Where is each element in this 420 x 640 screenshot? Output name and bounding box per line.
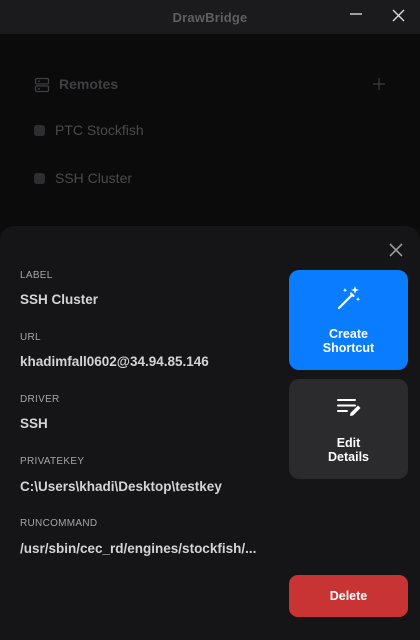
plus-icon[interactable] bbox=[372, 77, 386, 91]
driver-field-label: DRIVER bbox=[20, 394, 60, 405]
label-field-value: SSH Cluster bbox=[20, 292, 99, 307]
remotes-header: Remotes bbox=[34, 76, 386, 94]
create-shortcut-button[interactable]: Create Shortcut bbox=[289, 270, 408, 370]
url-field-value: khadimfall0602@34.94.85.146 bbox=[20, 354, 209, 369]
runcommand-field-value: /usr/sbin/cec_rd/engines/stockfish/... bbox=[20, 541, 257, 556]
minimize-button[interactable] bbox=[336, 0, 376, 34]
window-close-button[interactable] bbox=[378, 0, 418, 34]
edit-list-icon bbox=[337, 399, 361, 416]
runcommand-field-label: RUNCOMMAND bbox=[20, 518, 98, 529]
close-icon bbox=[389, 243, 403, 257]
magic-wand-icon bbox=[337, 286, 361, 310]
minimize-icon bbox=[350, 13, 362, 15]
url-field-label: URL bbox=[20, 332, 41, 343]
edit-details-button[interactable]: Edit Details bbox=[289, 379, 408, 479]
remote-status-dot bbox=[34, 125, 45, 136]
sheet-close-button[interactable] bbox=[386, 240, 406, 260]
remote-item-ssh-cluster[interactable]: SSH Cluster bbox=[34, 169, 234, 189]
create-shortcut-line1: Create bbox=[329, 327, 368, 341]
edit-details-line1: Edit bbox=[336, 436, 361, 450]
delete-button[interactable]: Delete bbox=[289, 575, 408, 617]
create-shortcut-label: Create Shortcut bbox=[289, 327, 408, 355]
server-icon bbox=[34, 77, 50, 93]
remote-item-label: PTC Stockfish bbox=[55, 122, 144, 138]
title-bar: DrawBridge bbox=[0, 0, 420, 34]
close-icon bbox=[392, 9, 405, 22]
edit-details-line2: Details bbox=[328, 450, 369, 464]
remote-status-dot bbox=[34, 173, 45, 184]
remote-item-ptc-stockfish[interactable]: PTC Stockfish bbox=[34, 121, 234, 141]
driver-field-value: SSH bbox=[20, 416, 48, 431]
privatekey-field-label: PRIVATEKEY bbox=[20, 456, 85, 467]
edit-details-label: Edit Details bbox=[289, 436, 408, 464]
create-shortcut-line2: Shortcut bbox=[322, 341, 375, 355]
label-field-label: LABEL bbox=[20, 270, 53, 281]
remotes-title: Remotes bbox=[59, 76, 119, 92]
remote-item-label: SSH Cluster bbox=[55, 170, 133, 186]
privatekey-field-value: C:\Users\khadi\Desktop\testkey bbox=[20, 479, 222, 494]
